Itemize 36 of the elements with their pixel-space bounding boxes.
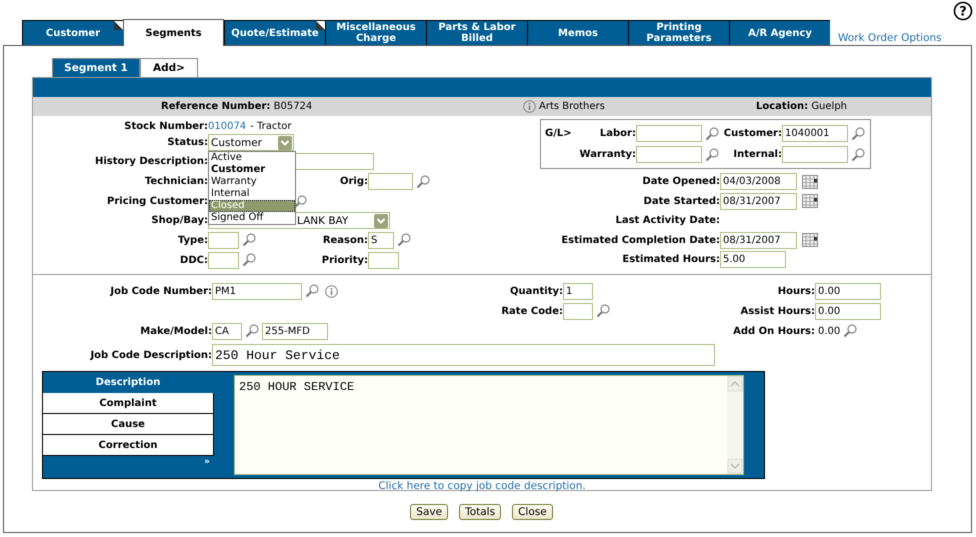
reference-number: B05724 [274, 101, 312, 112]
field-label: Location: [756, 101, 808, 112]
field-label: Last Activity Date: [614, 215, 720, 226]
field-label: Stock Number: [123, 120, 208, 132]
field-label: Customer: [722, 128, 782, 139]
field-label: Job Code Number: [108, 286, 212, 296]
field-label: Technician: [144, 176, 208, 187]
field-label: Orig: [338, 176, 368, 187]
field-label: Reason: [322, 234, 368, 246]
field-label: Add On Hours: [732, 326, 815, 336]
field-label: Assist Hours: [739, 306, 815, 316]
field-label: Date Opened: [641, 176, 720, 188]
field-label: Shop/Bay: [150, 215, 208, 226]
field-label: Quantity: [509, 286, 563, 296]
field-label: Type: [176, 234, 208, 246]
field-label: Labor: [598, 128, 636, 139]
field-label: Pricing Customer: [106, 196, 208, 207]
field-label: Hours: [776, 286, 815, 296]
field-label: Job Code Description: [89, 350, 212, 360]
field-label: Priority: [320, 254, 368, 266]
field-label: Status: [166, 137, 208, 148]
gl-label: G/L> [544, 128, 573, 139]
field-label: Warranty: [578, 149, 636, 160]
field-label: Estimated Hours: [621, 254, 720, 266]
location-value: Guelph [811, 101, 848, 112]
field-label: Date Started: [642, 196, 720, 207]
field-label: Estimated Completion Date: [560, 234, 720, 246]
stock-description: - Tractor [250, 120, 292, 132]
field-label: Reference Number: [161, 101, 270, 112]
customer-name: Arts Brothers [539, 101, 605, 112]
field-label: Internal: [732, 149, 782, 160]
field-label: Rate Code: [500, 306, 563, 316]
field-label: Make/Model: [139, 326, 212, 336]
field-label: DDC: [179, 254, 208, 266]
add-on-hours-value: 0.00 [818, 326, 840, 336]
field-label: History Description: [94, 156, 208, 166]
